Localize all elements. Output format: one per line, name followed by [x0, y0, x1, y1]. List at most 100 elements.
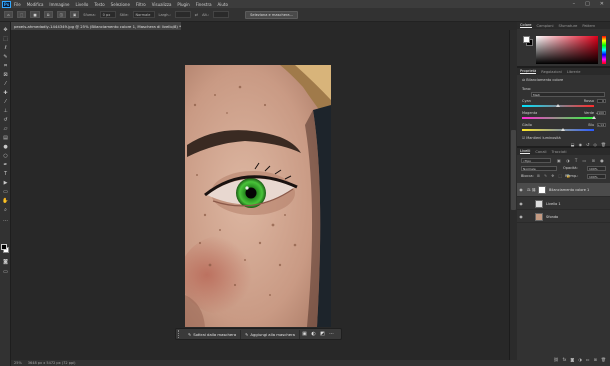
menu-file[interactable]: File [14, 2, 21, 7]
dodge-icon[interactable]: ○ [2, 152, 9, 159]
width-input[interactable] [174, 11, 191, 18]
brush-icon[interactable]: ⁄ [2, 98, 9, 105]
eye-icon[interactable]: ◉ [517, 214, 525, 219]
quick-mask-icon[interactable]: ◙ [2, 258, 9, 265]
intersect-selection-icon[interactable]: ▣ [69, 11, 80, 18]
canvas-area[interactable] [11, 30, 517, 360]
tab-colore[interactable]: Colore [520, 23, 532, 28]
add-mask-icon[interactable]: ◙ [570, 357, 574, 362]
menu-immagine[interactable]: Immagine [49, 2, 69, 7]
eye-icon[interactable]: ◉ [517, 187, 525, 192]
layer-mask-thumbnail[interactable] [538, 185, 547, 194]
add-to-mask-button[interactable]: ✎ Aggiungi alla maschera [241, 329, 300, 339]
gradient-icon[interactable]: ▤ [2, 134, 9, 141]
layer-filter-icons[interactable]: ▣ ◑ T ▭ ⊞ ● [557, 158, 606, 163]
layer-filter-select[interactable]: ⌕ Tipo [521, 158, 551, 163]
lasso-icon[interactable]: ℓ [2, 44, 9, 51]
menu-filtro[interactable]: Filtro [136, 2, 146, 7]
type-icon[interactable]: T [2, 170, 9, 177]
magenta-green-knob[interactable] [592, 116, 596, 119]
clone-stamp-icon[interactable]: ⊥ [2, 107, 9, 114]
tone-select[interactable]: Medi [531, 92, 605, 97]
preserve-luminosity-row[interactable]: ☑ Mantieni luminosità [522, 136, 561, 140]
path-select-icon[interactable]: ▶ [2, 179, 9, 186]
feather-input[interactable]: 0 px [99, 11, 116, 18]
quick-select-icon[interactable]: ✎ [2, 53, 9, 60]
more-tools-icon[interactable]: … [2, 216, 9, 223]
taskbar-grip-icon[interactable] [178, 330, 181, 338]
maximize-icon[interactable]: □ [585, 1, 590, 7]
yellow-blue-value[interactable]: +14 [597, 123, 606, 127]
layer-row-livello-1[interactable]: ◉ Livello 1 [517, 198, 610, 210]
view-previous-icon[interactable]: ◉ [579, 142, 583, 147]
foreground-color-swatch[interactable] [1, 244, 7, 250]
subtract-selection-icon[interactable]: ◫ [56, 11, 66, 18]
invert-mask-icon[interactable]: ◐ [309, 330, 318, 339]
visibility-icon[interactable]: ◎ [593, 142, 597, 147]
yellow-blue-slider[interactable] [522, 128, 594, 131]
magenta-green-value[interactable]: +100 [596, 111, 606, 115]
home-icon[interactable]: ⌂ [4, 11, 13, 18]
tab-campioni[interactable]: Campioni [537, 24, 554, 28]
add-selection-icon[interactable]: ⧉ [43, 11, 53, 18]
tab-proprieta[interactable]: Proprietà [520, 69, 537, 74]
height-input[interactable] [213, 11, 230, 18]
menu-livello[interactable]: Livello [76, 2, 89, 7]
yellow-blue-knob[interactable] [561, 128, 566, 131]
subtract-from-mask-button[interactable]: ✎ Sottrai dalla maschera [184, 329, 242, 339]
document-photo[interactable] [185, 65, 331, 327]
swap-icon[interactable]: ⇄ [195, 12, 198, 17]
menu-modifica[interactable]: Modifica [27, 2, 44, 7]
blend-mode-select[interactable]: Normale [521, 166, 557, 171]
tab-canali[interactable]: Canali [535, 150, 546, 154]
healing-brush-icon[interactable]: ✚ [2, 89, 9, 96]
cyan-red-knob[interactable] [556, 104, 560, 107]
fx-icon[interactable]: fx [563, 357, 567, 362]
tab-pattern[interactable]: Pattern [582, 24, 595, 28]
eraser-icon[interactable]: ▱ [2, 125, 9, 132]
color-picker-field[interactable] [536, 36, 598, 64]
new-layer-icon[interactable]: ⊞ [594, 357, 597, 362]
close-icon[interactable]: ✕ [600, 1, 604, 7]
menu-plugin[interactable]: Plugin [177, 2, 189, 7]
move-tool-icon[interactable]: ✥ [2, 26, 9, 33]
tab-librerie[interactable]: Librerie [567, 70, 581, 74]
cyan-red-value[interactable]: 0 [597, 99, 606, 103]
new-adjustment-icon[interactable]: ◑ [578, 357, 582, 362]
shape-icon[interactable]: ▭ [2, 188, 9, 195]
menu-testo[interactable]: Testo [94, 2, 104, 7]
reset-icon[interactable]: ↺ [586, 142, 589, 147]
marquee-tool-icon[interactable]: ⬚ [17, 11, 27, 18]
zoom-level[interactable]: 25% [14, 361, 22, 365]
minimize-icon[interactable]: – [573, 1, 576, 7]
clip-icon[interactable]: ⬓ [571, 142, 575, 147]
blur-icon[interactable]: ● [2, 143, 9, 150]
eye-icon[interactable]: ◉ [517, 201, 525, 206]
style-select[interactable]: Normale [132, 11, 155, 18]
new-group-icon[interactable]: ▭ [586, 357, 590, 362]
eyedropper-icon[interactable]: ⁄ [2, 80, 9, 87]
marquee-icon[interactable]: ⬚ [2, 35, 9, 42]
tab-tracciati[interactable]: Tracciati [552, 150, 567, 154]
opacity-input[interactable]: 100% [587, 166, 606, 171]
more-options-icon[interactable]: ··· [327, 330, 336, 339]
menu-aiuto[interactable]: Aiuto [218, 2, 228, 7]
mask-settings-icon[interactable]: ▣ [300, 330, 309, 339]
document-tab[interactable]: pexels-ahmedadly-1444349.jpg @ 25% (Bila… [11, 22, 181, 30]
screen-mode-icon[interactable]: ▭ [2, 268, 9, 275]
zoom-icon[interactable]: ⌕ [2, 206, 9, 213]
tab-regolazioni[interactable]: Regolazioni [541, 70, 562, 74]
fill-input[interactable]: 100% [587, 174, 606, 179]
frame-icon[interactable]: ⊠ [2, 71, 9, 78]
crop-icon[interactable]: ⌗ [2, 62, 9, 69]
trash-icon[interactable]: 🗑 [601, 142, 606, 147]
delete-layer-icon[interactable]: 🗑 [601, 357, 606, 362]
tab-livelli[interactable]: Livelli [520, 149, 531, 154]
layer-row-color-balance[interactable]: ◉ ⚖ ⛓ Bilanciamento colore 1 [517, 183, 610, 197]
hand-icon[interactable]: ✋ [2, 197, 9, 204]
history-brush-icon[interactable]: ↺ [2, 116, 9, 123]
menu-selezione[interactable]: Selezione [111, 2, 130, 7]
new-selection-icon[interactable]: ■ [30, 11, 40, 18]
menu-finestra[interactable]: Finestra [196, 2, 212, 7]
hue-slider[interactable] [602, 36, 606, 64]
